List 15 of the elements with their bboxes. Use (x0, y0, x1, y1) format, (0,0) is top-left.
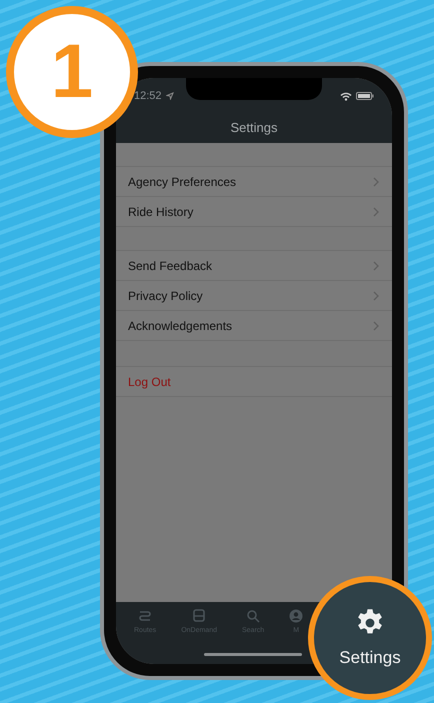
chevron-icon (373, 320, 379, 330)
battery-icon (356, 92, 374, 100)
status-time: 12:52 (134, 90, 162, 102)
bus-icon (192, 609, 206, 623)
settings-callout: Settings (308, 576, 432, 700)
chevron-icon (373, 260, 379, 270)
chevron-icon (373, 206, 379, 216)
search-icon (246, 609, 260, 623)
chevron-icon (373, 176, 379, 186)
screen-title: Settings (230, 120, 278, 135)
wifi-icon (340, 92, 352, 100)
route-icon (138, 609, 152, 623)
location-arrow-icon (166, 92, 174, 100)
chevron-icon (373, 290, 379, 300)
account-icon (289, 609, 304, 623)
